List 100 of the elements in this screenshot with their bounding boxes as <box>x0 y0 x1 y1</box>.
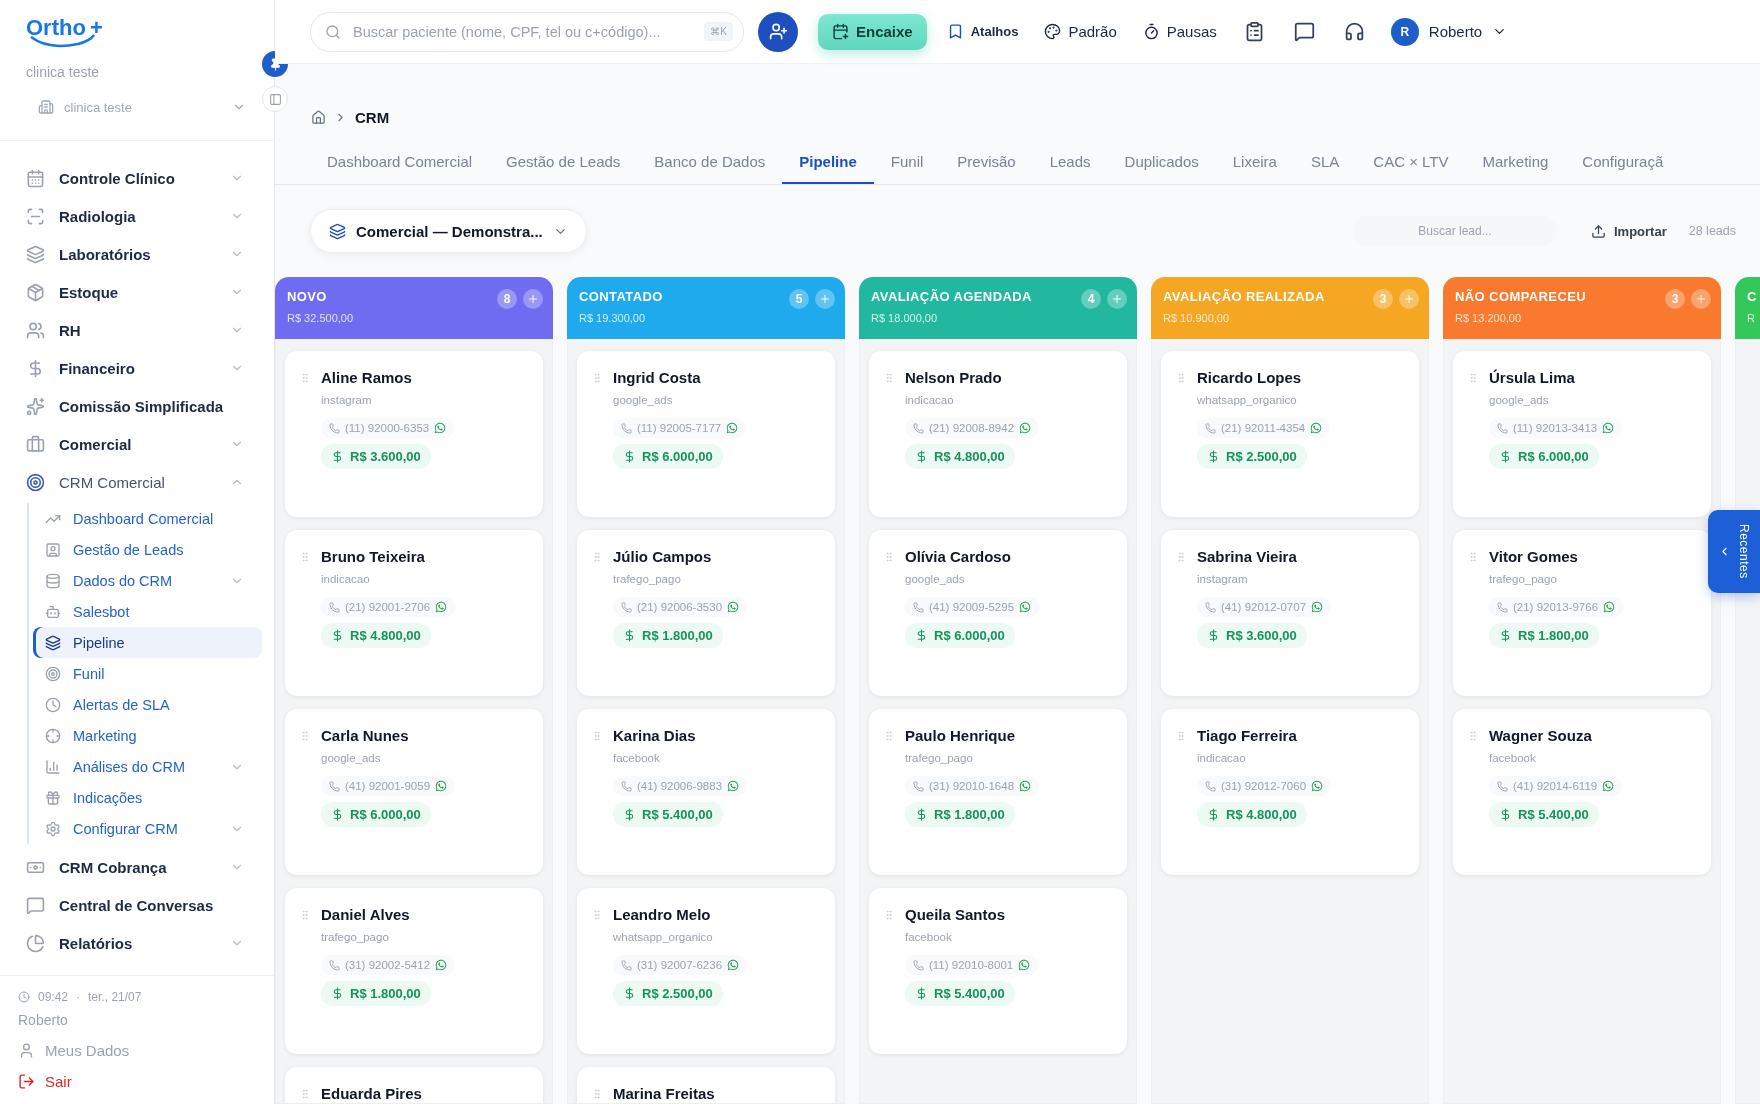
theme-button[interactable]: Padrão <box>1038 13 1123 50</box>
drag-handle-icon[interactable] <box>299 550 311 563</box>
tab[interactable]: Leads <box>1032 140 1108 184</box>
lead-card[interactable]: Leandro Melo whatsapp_organico (31) 92007-6236 R$ 2.500,00 <box>577 888 835 1054</box>
nav-item[interactable]: Radiologia <box>0 197 274 235</box>
nav-subitem[interactable]: Marketing <box>33 720 262 751</box>
nav-item[interactable]: Comercial <box>0 425 274 463</box>
shortcuts-button[interactable]: Atalhos <box>940 13 1025 50</box>
lead-card[interactable]: Wagner Souza facebook (41) 92014-6119 R$ 5.400,00 <box>1453 709 1711 875</box>
drag-handle-icon[interactable] <box>591 729 603 742</box>
drag-handle-icon[interactable] <box>883 371 895 384</box>
drag-handle-icon[interactable] <box>591 371 603 384</box>
nav-item[interactable]: RH <box>0 311 274 349</box>
drag-handle-icon[interactable] <box>591 908 603 921</box>
nav-item[interactable]: Financeiro <box>0 349 274 387</box>
nav-subitem[interactable]: Análises do CRM <box>33 751 262 782</box>
lead-card[interactable]: Olívia Cardoso google_ads (41) 92009-5295 R$ 6.000,00 <box>869 530 1127 696</box>
add-patient-button[interactable] <box>758 11 798 52</box>
add-card-button[interactable] <box>815 289 835 309</box>
home-icon[interactable] <box>311 109 326 125</box>
drag-handle-icon[interactable] <box>299 1087 311 1100</box>
import-button[interactable]: Importar <box>1585 222 1673 240</box>
lead-card[interactable]: Karina Dias facebook (41) 92006-9883 R$ 5.400,00 <box>577 709 835 875</box>
tab[interactable]: Marketing <box>1465 140 1566 184</box>
lead-card[interactable]: Queila Santos facebook (11) 92010-8001 R$ 5.400,00 <box>869 888 1127 1054</box>
nav-item[interactable]: CRM Comercial <box>0 463 274 501</box>
tab[interactable]: Gestão de Leads <box>489 140 638 184</box>
patient-search-field[interactable]: Buscar paciente (nome, CPF, tel ou c+código)... <box>351 22 695 41</box>
breaks-button[interactable]: Pausas <box>1136 13 1223 50</box>
tab[interactable]: Banco de Dados <box>637 140 783 184</box>
nav-item[interactable]: CRM Cobrança <box>0 848 274 886</box>
logo: Ortho + <box>26 16 103 40</box>
nav-subitem[interactable]: Alertas de SLA <box>33 689 262 720</box>
nav-item[interactable]: Comissão Simplificada <box>0 387 274 425</box>
pipeline-select[interactable]: Comercial — Demonstra... <box>310 209 587 253</box>
drag-handle-icon[interactable] <box>299 371 311 384</box>
dollar-icon <box>1499 808 1512 821</box>
drag-handle-icon[interactable] <box>883 729 895 742</box>
lead-card[interactable]: Carla Nunes google_ads (41) 92001-9059 R$ 6.000,00 <box>285 709 543 875</box>
lead-card[interactable]: Eduarda Pires <box>285 1067 543 1103</box>
dollar-icon <box>1207 629 1220 642</box>
lead-card[interactable]: Úrsula Lima google_ads (11) 92013-3413 R$ 6.000,00 <box>1453 351 1711 517</box>
lead-card[interactable]: Tiago Ferreira indicacao (31) 92012-7060 R$ 4.800,00 <box>1161 709 1419 875</box>
lead-card[interactable]: Daniel Alves trafego_pago (31) 92002-5412 R$ 1.800,00 <box>285 888 543 1054</box>
nav-subitem[interactable]: Dashboard Comercial <box>33 503 262 534</box>
dollar-icon <box>623 629 636 642</box>
drag-handle-icon[interactable] <box>299 729 311 742</box>
plus-icon <box>1695 293 1707 305</box>
lead-card[interactable]: Paulo Henrique trafego_pago (31) 92010-1648 R$ 1.800,00 <box>869 709 1127 875</box>
encaixe-button[interactable]: Encaixe <box>818 13 927 50</box>
lead-card[interactable]: Marina Freitas <box>577 1067 835 1103</box>
time: 09:42 <box>38 990 69 1004</box>
tab[interactable]: Previsão <box>940 140 1033 184</box>
nav-subitem[interactable]: Funil <box>33 658 262 689</box>
nav-subitem[interactable]: Salesbot <box>33 596 262 627</box>
add-card-button[interactable] <box>523 289 543 309</box>
drag-handle-icon[interactable] <box>883 908 895 921</box>
drag-handle-icon[interactable] <box>1467 371 1479 384</box>
lead-card[interactable]: Sabrina Vieira instagram (41) 92012-0707 R$ 3.600,00 <box>1161 530 1419 696</box>
nav-subitem[interactable]: Gestão de Leads <box>33 534 262 565</box>
lead-card[interactable]: Vitor Gomes trafego_pago (21) 92013-9766 R$ 1.800,00 <box>1453 530 1711 696</box>
lead-card[interactable]: Júlio Campos trafego_pago (21) 92006-3530 R$ 1.800,00 <box>577 530 835 696</box>
tab[interactable]: Configuraçã <box>1565 140 1681 184</box>
add-card-button[interactable] <box>1691 289 1711 309</box>
nav-item[interactable]: Relatórios <box>0 924 274 962</box>
drag-handle-icon[interactable] <box>591 550 603 563</box>
tab[interactable]: Pipeline <box>782 140 874 184</box>
nav-item[interactable]: Laboratórios <box>0 235 274 273</box>
nav-item[interactable]: Central de Conversas <box>0 886 274 924</box>
drag-handle-icon[interactable] <box>883 550 895 563</box>
breadcrumb-item: CRM <box>355 108 390 126</box>
drag-handle-icon[interactable] <box>1467 729 1479 742</box>
add-card-button[interactable] <box>1107 289 1127 309</box>
drag-handle-icon[interactable] <box>1467 550 1479 563</box>
tab[interactable]: SLA <box>1293 140 1357 184</box>
drag-handle-icon[interactable] <box>1175 371 1187 384</box>
nav-subitem[interactable]: Dados do CRM <box>33 565 262 596</box>
lead-card[interactable]: Ingrid Costa google_ads (11) 92005-7177 R$ 6.000,00 <box>577 351 835 517</box>
drag-handle-icon[interactable] <box>299 908 311 921</box>
tab[interactable]: Dashboard Comercial <box>310 140 490 184</box>
tab[interactable]: Duplicados <box>1107 140 1216 184</box>
lead-card[interactable]: Ricardo Lopes whatsapp_organico (21) 92011-4354 R$ 2.500,00 <box>1161 351 1419 517</box>
lead-card[interactable]: Nelson Prado indicacao (21) 92008-8942 R$ 4.800,00 <box>869 351 1127 517</box>
tab[interactable]: Funil <box>873 140 941 184</box>
lead-card[interactable]: Bruno Teixeira indicacao (21) 92001-2706 R$ 4.800,00 <box>285 530 543 696</box>
add-card-button[interactable] <box>1399 289 1419 309</box>
nav-item[interactable]: Controle Clínico <box>0 159 274 197</box>
drag-handle-icon[interactable] <box>591 1087 603 1100</box>
lead-card[interactable]: Aline Ramos instagram (11) 92000-6353 R$ 3.600,00 <box>285 351 543 517</box>
nav-item[interactable]: Estoque <box>0 273 274 311</box>
recent-tab[interactable]: Recentes <box>1708 510 1760 593</box>
tab[interactable]: CAC × LTV <box>1356 140 1466 184</box>
drag-handle-icon[interactable] <box>1175 550 1187 563</box>
tab[interactable]: Lixeira <box>1215 140 1294 184</box>
drag-handle-icon[interactable] <box>1175 729 1187 742</box>
logout-link[interactable]: Sair <box>18 1073 256 1090</box>
user-menu[interactable]: R Roberto <box>1386 17 1512 46</box>
nav-subitem[interactable]: Pipeline <box>33 627 262 658</box>
nav-subitem[interactable]: Configurar CRM <box>33 813 262 844</box>
nav-subitem[interactable]: Indicações <box>33 782 262 813</box>
